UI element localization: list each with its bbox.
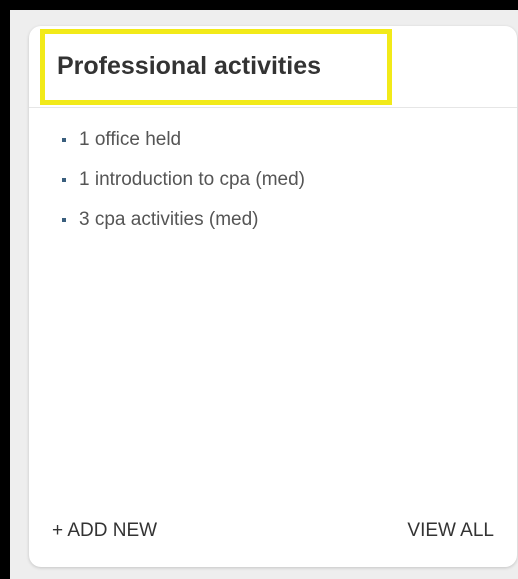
- list-item: 1 introduction to cpa (med): [29, 166, 517, 206]
- add-new-button[interactable]: + ADD NEW: [52, 516, 157, 546]
- view-all-button[interactable]: VIEW ALL: [407, 516, 494, 546]
- bullet-icon: [62, 218, 66, 222]
- bullet-icon: [62, 138, 66, 142]
- list-item-label: 3 cpa activities (med): [79, 209, 259, 230]
- list-item: 3 cpa activities (med): [29, 206, 517, 246]
- bullet-icon: [62, 178, 66, 182]
- card-header: Professional activities: [29, 26, 517, 108]
- card-footer: + ADD NEW VIEW ALL: [29, 516, 517, 546]
- card-title: Professional activities: [57, 52, 322, 80]
- list-item-label: 1 introduction to cpa (med): [79, 169, 306, 190]
- list-item-label: 1 office held: [79, 129, 182, 150]
- screen-frame: Professional activities 1 office held 1 …: [10, 10, 518, 579]
- professional-activities-card: Professional activities 1 office held 1 …: [29, 26, 517, 567]
- list-item: 1 office held: [29, 126, 517, 166]
- activity-list: 1 office held 1 introduction to cpa (med…: [29, 126, 517, 246]
